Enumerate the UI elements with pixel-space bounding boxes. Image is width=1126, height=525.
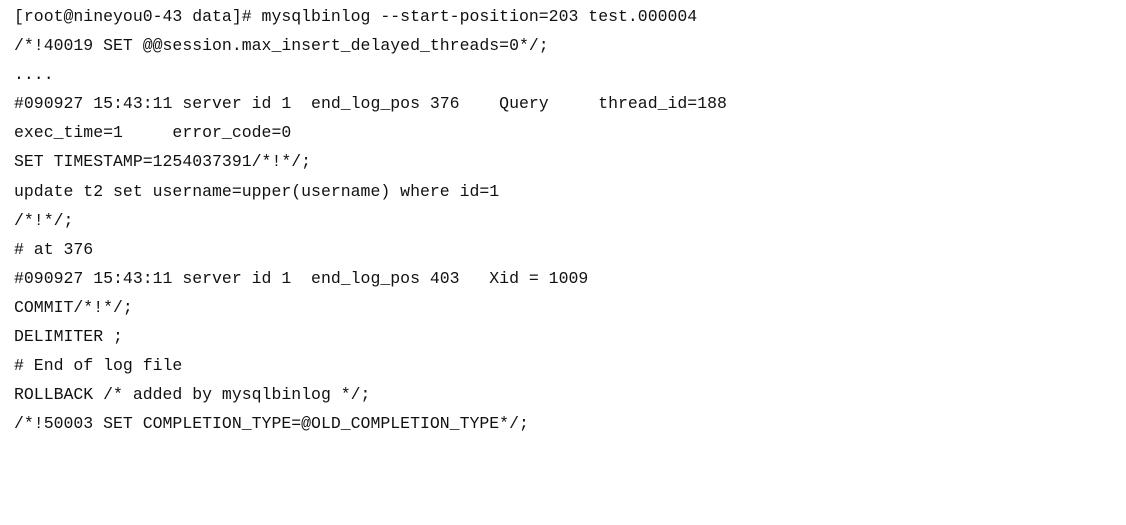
- output-line: #090927 15:43:11 server id 1 end_log_pos…: [14, 268, 589, 288]
- output-line: #090927 15:43:11 server id 1 end_log_pos…: [14, 94, 727, 114]
- output-line: SET TIMESTAMP=1254037391/*!*/;: [14, 152, 312, 172]
- output-line: COMMIT/*!*/;: [14, 297, 133, 317]
- output-line: /*!50003 SET COMPLETION_TYPE=@OLD_COMPLE…: [14, 414, 529, 434]
- output-line: exec_time=1 error_code=0: [14, 123, 292, 143]
- output-line: ....: [14, 65, 54, 85]
- command-line: [root@nineyou0-43 data]# mysqlbinlog --s…: [14, 7, 698, 26]
- output-line: update t2 set username=upper(username) w…: [14, 181, 500, 201]
- output-line: /*!*/;: [14, 210, 74, 230]
- output-line: ROLLBACK /* added by mysqlbinlog */;: [14, 385, 371, 405]
- terminal-output: [root@nineyou0-43 data]# mysqlbinlog --s…: [0, 0, 1126, 525]
- output-line: # at 376: [14, 239, 94, 259]
- output-line: DELIMITER ;: [14, 327, 123, 347]
- output-line: # End of log file: [14, 356, 183, 376]
- output-line: /*!40019 SET @@session.max_insert_delaye…: [14, 36, 549, 56]
